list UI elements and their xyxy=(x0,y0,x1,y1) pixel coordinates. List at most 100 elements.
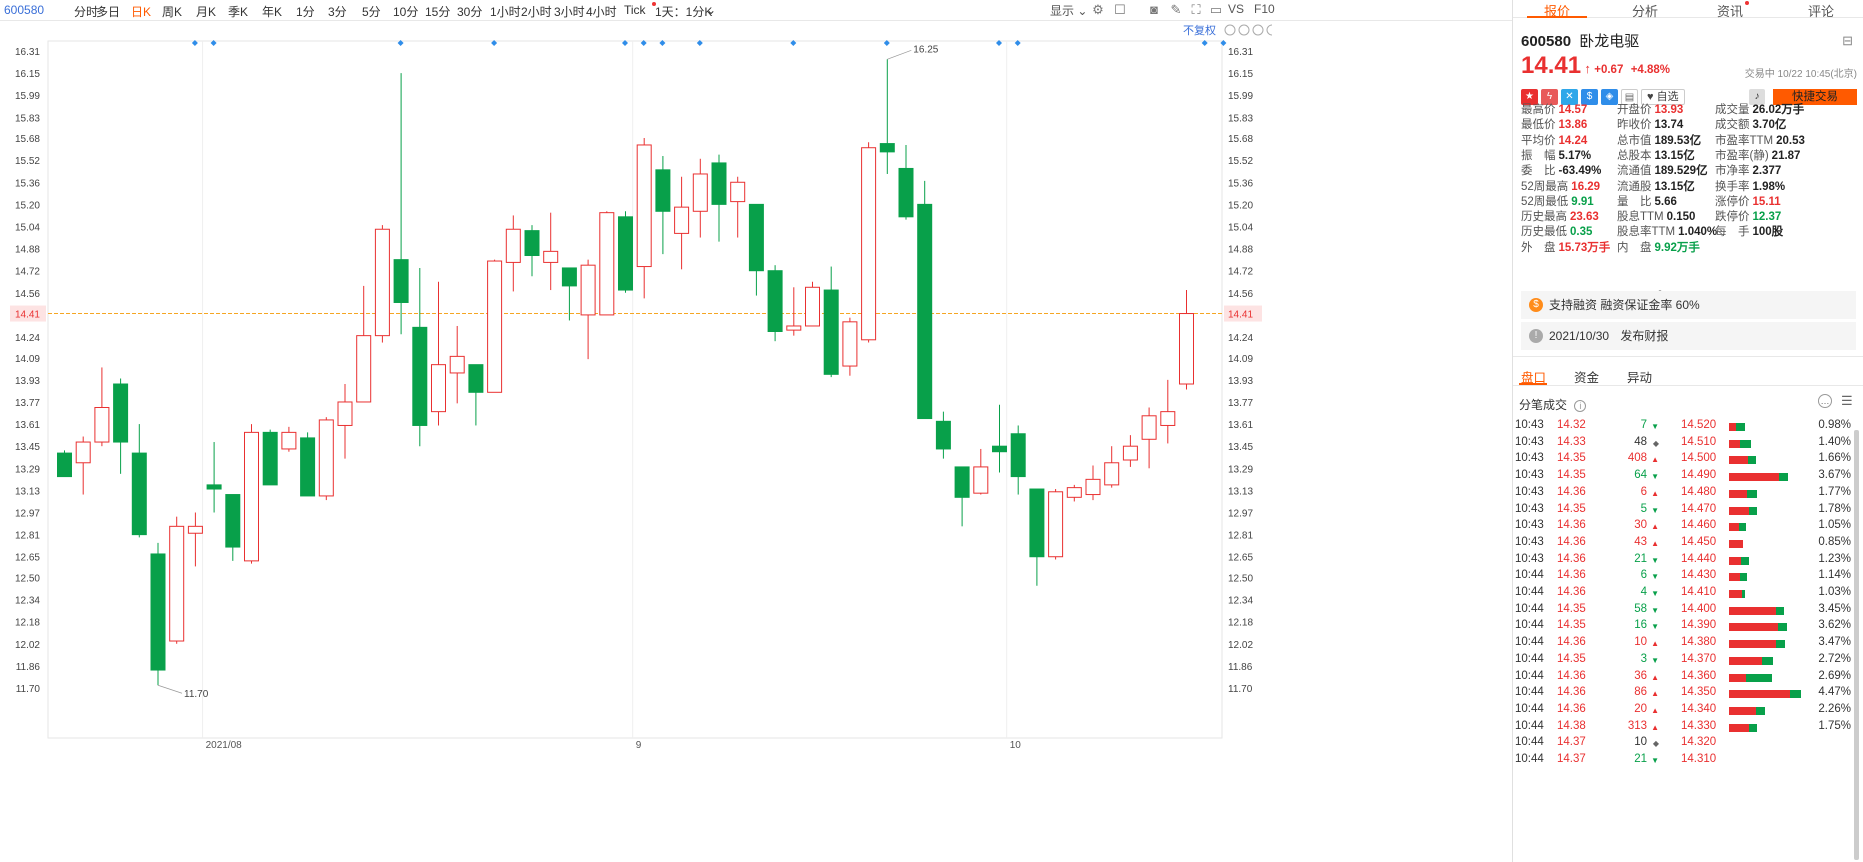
layout-icon[interactable]: ▭ xyxy=(1208,2,1224,18)
period-18[interactable]: 1天：1分K xyxy=(655,3,712,20)
camera-icon[interactable]: ◙ xyxy=(1146,2,1162,18)
quote-key: 最高价 xyxy=(1521,104,1556,116)
quote-key: 内 盘 xyxy=(1617,241,1652,254)
kline-chart[interactable]: 2021/08 9 10 16.31 16.31 16.15 16.15 15.99 15.99… xyxy=(0,21,1512,862)
quote-value: 189.53亿 xyxy=(1654,134,1702,147)
margin-info-row[interactable]: $ 支持融资 融资保证金率 60% xyxy=(1521,291,1856,319)
period-10[interactable]: 10分 xyxy=(393,3,418,20)
tab-news[interactable]: 资讯 xyxy=(1689,1,1777,20)
candle-body xyxy=(94,406,110,443)
quote-key: 开盘价 xyxy=(1617,104,1652,116)
quote-cell: 最低价 13.86 xyxy=(1521,116,1587,132)
buy-bar xyxy=(1729,523,1740,532)
period-13[interactable]: 1小时 xyxy=(490,3,521,20)
vs-button[interactable]: VS xyxy=(1228,2,1244,16)
f10-button[interactable]: F10 xyxy=(1254,2,1275,16)
sell-bar xyxy=(1747,489,1758,498)
adjust-toggle[interactable]: 不复权 xyxy=(1183,23,1216,37)
collapse-icon[interactable]: ⊟ xyxy=(1842,33,1853,49)
level-price: 14.360 xyxy=(1681,669,1717,682)
candle-body xyxy=(748,203,764,272)
subtab-movements[interactable]: 异动 xyxy=(1627,367,1652,386)
period-12[interactable]: 30分 xyxy=(457,3,482,20)
list-icon[interactable]: ☰ xyxy=(1841,393,1853,409)
trade-list[interactable]: 10:43 14.32 7 ▼ 14.520 0.98% 10:43 14.33 48 ◆ 14.5… xyxy=(1513,419,1863,862)
fullscreen-icon[interactable]: ⛶ xyxy=(1188,2,1204,18)
y-tick-label-right: 13.13 xyxy=(1228,486,1253,497)
edit-icon[interactable]: ✎ xyxy=(1168,2,1184,18)
period-15[interactable]: 3小时 xyxy=(554,3,585,20)
candle-body xyxy=(449,355,465,374)
y-tick-label-right: 15.20 xyxy=(1228,200,1253,211)
period-2[interactable]: 日K xyxy=(131,3,151,20)
undo-icon[interactable] xyxy=(1224,24,1236,36)
candle-body xyxy=(431,364,446,413)
trade-time: 10:44 xyxy=(1515,686,1544,699)
period-3[interactable]: 周K xyxy=(162,3,182,20)
quote-key: 委 比 xyxy=(1521,165,1556,178)
quote-panel: 报价 分析 资讯 评论 600580 卧龙电驱 ⊟ 14.41 ↑ +0.67 … xyxy=(1512,0,1863,862)
candle-body xyxy=(1029,488,1045,558)
reset-icon[interactable] xyxy=(1252,24,1264,36)
arrow-down-icon: ▼ xyxy=(1651,422,1659,431)
quote-key: 市净率 xyxy=(1715,165,1750,178)
zoom-in-icon[interactable] xyxy=(1266,24,1278,36)
help-icon[interactable]: i xyxy=(1574,400,1587,412)
period-9[interactable]: 5分 xyxy=(362,3,381,20)
earnings-row[interactable]: ! 2021/10/30 发布财报 xyxy=(1521,322,1856,350)
scrollbar[interactable] xyxy=(1854,430,1859,860)
tab-comments[interactable]: 评论 xyxy=(1777,1,1863,20)
trade-row: 10:44 14.36 36 ▲ xyxy=(1515,670,1675,686)
candle-body xyxy=(1066,487,1082,498)
margin-info-text: 支持融资 融资保证金率 60% xyxy=(1549,298,1700,312)
y-tick-label-left: 13.93 xyxy=(15,376,40,387)
period-6[interactable]: 年K xyxy=(262,3,282,20)
trade-volume: 3 xyxy=(1640,652,1647,665)
level-price: 14.310 xyxy=(1681,753,1717,765)
subtab-funds[interactable]: 资金 xyxy=(1574,367,1599,386)
period-14[interactable]: 2小时 xyxy=(521,3,552,20)
kline-svg[interactable]: 2021/08 9 10 16.31 16.31 16.15 16.15 15.99 15.99… xyxy=(0,21,1278,762)
tab-analysis[interactable]: 分析 xyxy=(1601,1,1689,20)
trade-volume: 21 xyxy=(1634,753,1647,765)
period-5[interactable]: 季K xyxy=(228,3,248,20)
quote-value: 26.02万手 xyxy=(1752,104,1805,116)
period-7[interactable]: 1分 xyxy=(296,3,315,20)
quote-cell: 换手率 1.98% xyxy=(1715,178,1785,194)
trade-price: 14.36 xyxy=(1557,686,1586,699)
candle-body xyxy=(356,335,372,403)
zoom-out-icon[interactable] xyxy=(1238,24,1250,36)
more-icon[interactable]: … xyxy=(1818,394,1832,408)
y-tick-label-left: 14.72 xyxy=(15,267,40,278)
period-16[interactable]: 4小时 xyxy=(586,3,617,20)
settings-icon[interactable]: ⚙ xyxy=(1090,2,1106,18)
period-4[interactable]: 月K xyxy=(196,3,216,20)
buy-bar xyxy=(1729,456,1748,465)
display-menu[interactable]: 显示 ⌄ xyxy=(1050,2,1087,19)
y-tick-label-left: 12.34 xyxy=(15,596,40,607)
candle-body xyxy=(374,228,390,337)
level-price: 14.480 xyxy=(1681,485,1717,498)
candle-body xyxy=(561,267,577,287)
quote-value: 2.377 xyxy=(1752,165,1782,178)
trade-time: 10:44 xyxy=(1515,753,1544,765)
buy-bar xyxy=(1729,590,1743,598)
level-pct: 2.72% xyxy=(1818,652,1851,665)
stock-code-link[interactable]: 600580 xyxy=(4,3,44,17)
period-0[interactable]: 分时 xyxy=(74,3,98,20)
chevron-down-icon[interactable]: ⌄ xyxy=(706,3,716,17)
trade-row: 10:43 14.32 7 ▼ xyxy=(1515,419,1675,435)
trade-price: 14.36 xyxy=(1557,519,1586,532)
checkbox-icon[interactable]: ☐ xyxy=(1112,2,1128,18)
period-17[interactable]: Tick xyxy=(624,3,646,17)
period-8[interactable]: 3分 xyxy=(328,3,347,20)
period-1[interactable]: 多日 xyxy=(96,3,120,20)
sell-bar xyxy=(1736,423,1745,431)
trade-volume: 313 xyxy=(1627,719,1647,732)
quote-key: 市盈率TTM xyxy=(1715,134,1774,147)
y-tick-label-right: 13.61 xyxy=(1228,420,1253,431)
period-11[interactable]: 15分 xyxy=(425,3,450,20)
level-pct: 2.26% xyxy=(1818,702,1851,715)
level-pct: 4.47% xyxy=(1818,686,1851,699)
quote-cell: 涨停价 15.11 xyxy=(1715,193,1781,209)
